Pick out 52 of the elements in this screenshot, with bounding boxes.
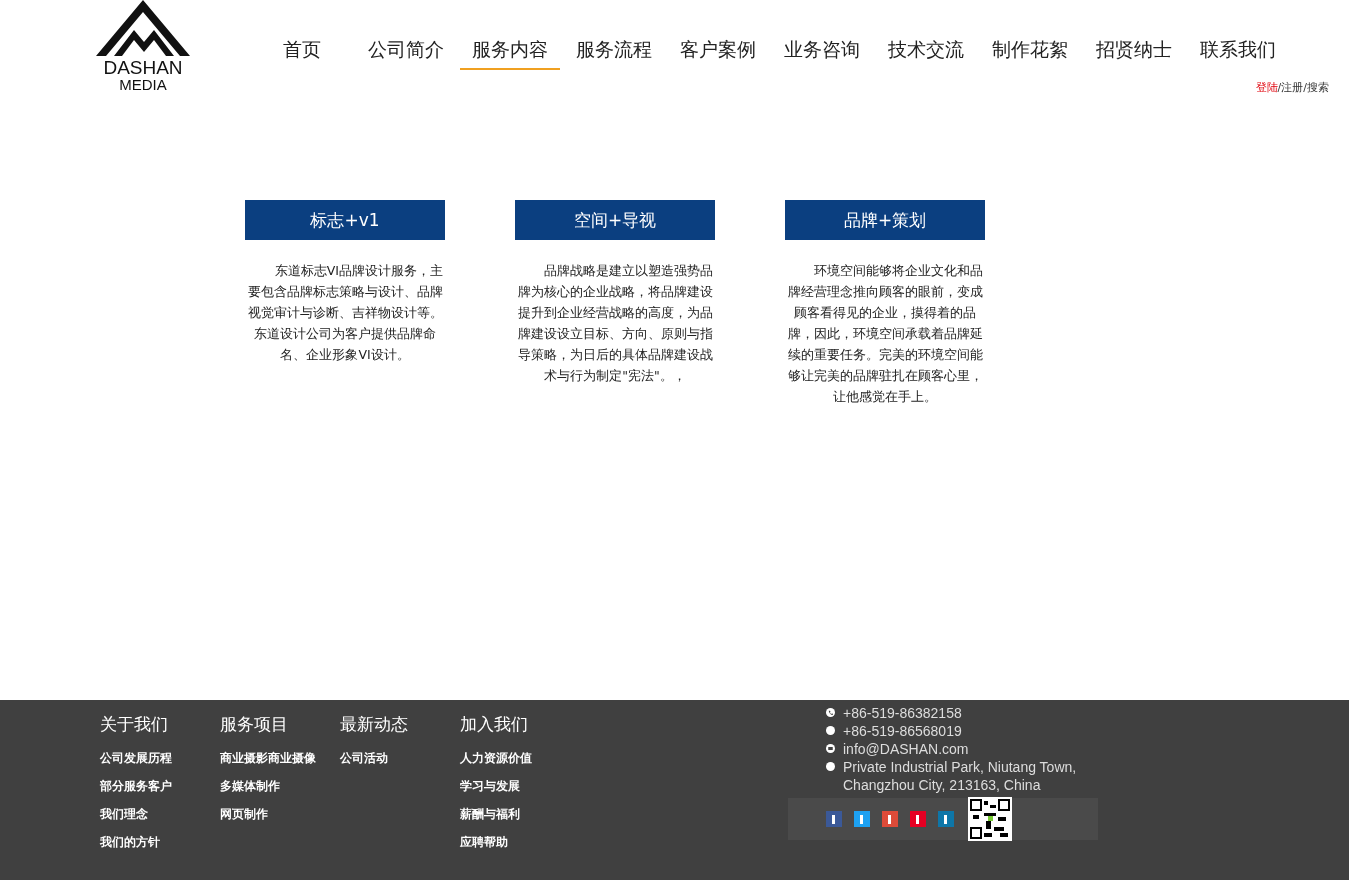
social-icon[interactable] bbox=[910, 811, 926, 827]
nav-link[interactable]: 业务咨询 bbox=[770, 34, 874, 70]
bullet-icon bbox=[826, 726, 835, 735]
nav-link[interactable]: 服务内容 bbox=[460, 34, 560, 70]
bullet-icon bbox=[826, 762, 835, 771]
register-search-links[interactable]: /注册/搜索 bbox=[1277, 81, 1329, 94]
mountain-logo-icon bbox=[96, 0, 190, 58]
nav-link[interactable]: 技术交流 bbox=[874, 34, 978, 70]
nav-link[interactable]: 招贤纳士 bbox=[1082, 34, 1186, 70]
footer-link[interactable]: 我们的方针 bbox=[100, 828, 220, 856]
footer-link[interactable]: 公司发展历程 bbox=[100, 744, 220, 772]
social-icon[interactable] bbox=[854, 811, 870, 827]
nav-link[interactable]: 制作花絮 bbox=[978, 34, 1082, 70]
service-description: 环境空间能够将企业文化和品牌经营理念推向顾客的眼前，变成顾客看得见的企业，摸得着的品牌，因此，环境空间承载着品牌延续的重要任务。完美的环境空间能够让完美的品牌驻扎在顾客心里，让他感觉在手上。 bbox=[786, 262, 985, 406]
contact-text: info@DASHAN.com bbox=[843, 740, 970, 758]
social-icon[interactable] bbox=[938, 811, 954, 827]
footer-link[interactable]: 商业摄影商业摄像 bbox=[220, 744, 340, 772]
service-title: 品牌+策划 bbox=[785, 200, 985, 240]
social-icon[interactable] bbox=[882, 811, 898, 827]
nav-link[interactable]: 公司简介 bbox=[354, 34, 458, 70]
footer-heading: 加入我们 bbox=[460, 713, 529, 736]
logo-text: DASHAN bbox=[103, 58, 183, 77]
footer-link[interactable]: 人力资源价值 bbox=[460, 744, 580, 772]
nav-link[interactable]: 首页 bbox=[250, 34, 354, 70]
footer-heading: 关于我们 bbox=[100, 713, 169, 736]
phone-icon bbox=[826, 708, 835, 717]
footer-link[interactable]: 应聘帮助 bbox=[460, 828, 580, 856]
service-description: 东道标志VI品牌设计服务，主要包含品牌标志策略与设计、品牌视觉审计与诊断、吉祥物设计等。东道设计公司为客户提供品牌命名、企业形象VI设计。 bbox=[246, 262, 444, 364]
nav-link[interactable]: 客户案例 bbox=[666, 34, 770, 70]
footer-link[interactable]: 公司活动 bbox=[340, 744, 460, 772]
logo-subtext: MEDIA bbox=[119, 77, 167, 92]
footer-link[interactable]: 部分服务客户 bbox=[100, 772, 220, 800]
footer-link[interactable]: 多媒体制作 bbox=[220, 772, 340, 800]
social-icon[interactable] bbox=[826, 811, 842, 827]
service-description: 品牌战略是建立以塑造强势品牌为核心的企业战略，将品牌建设提升到企业经营战略的高度，为品牌建设设立目标、方向、原则与指导策略，为日后的具体品牌建设战术与行为制定"宪法"。， bbox=[516, 262, 715, 385]
footer-link[interactable]: 网页制作 bbox=[220, 800, 340, 828]
contact-text: +86-519-86382158 bbox=[843, 704, 963, 722]
qr-code-icon bbox=[968, 797, 1012, 841]
nav-link[interactable]: 服务流程 bbox=[562, 34, 666, 70]
footer-link[interactable]: 我们理念 bbox=[100, 800, 220, 828]
contact-text: +86-519-86568019 bbox=[843, 722, 963, 740]
contact-text: Private Industrial Park, Niutang Town, Changzhou City, 213163, China bbox=[843, 758, 1078, 794]
logo[interactable]: DASHAN MEDIA bbox=[100, 0, 186, 100]
footer-heading: 服务项目 bbox=[220, 713, 289, 736]
nav-link[interactable]: 联系我们 bbox=[1186, 34, 1290, 70]
mail-icon bbox=[826, 744, 835, 753]
service-title: 标志+v1 bbox=[245, 200, 445, 240]
service-title: 空间+导视 bbox=[515, 200, 715, 240]
login-link[interactable]: 登陆 bbox=[1255, 81, 1278, 94]
footer-link[interactable]: 薪酬与福利 bbox=[460, 800, 580, 828]
footer-heading: 最新动态 bbox=[340, 713, 409, 736]
footer-link[interactable]: 学习与发展 bbox=[460, 772, 580, 800]
